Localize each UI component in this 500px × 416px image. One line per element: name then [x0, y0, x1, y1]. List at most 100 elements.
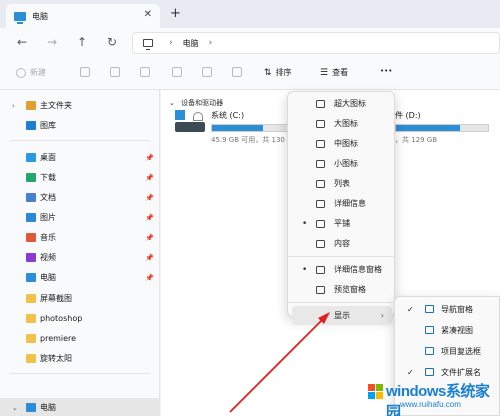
- group-label: 设备和驱动器: [181, 99, 224, 107]
- copy-icon: [110, 67, 120, 77]
- submenu-item[interactable]: 项目复选框: [399, 341, 499, 361]
- breadcrumb-separator: ›: [208, 38, 213, 48]
- watermark-brand: windows系统家园: [386, 383, 490, 416]
- breadcrumb-computer[interactable]: 电脑: [183, 38, 199, 49]
- back-icon[interactable]: ←: [14, 34, 30, 50]
- tab-computer[interactable]: 电脑 ✕: [6, 4, 160, 28]
- sidebar-item[interactable]: 下载 📌: [0, 168, 160, 187]
- menu-item-label: 小图标: [334, 159, 358, 168]
- cut-icon: [80, 67, 90, 77]
- sidebar-item[interactable]: 文档 📌: [0, 188, 160, 207]
- navigation-pane: › 主文件夹 图库 桌面 📌 下载 📌 文档 📌 图片 📌 音乐 📌 视频 📌 电脑 📌 屏幕截图 photosho…: [0, 90, 160, 416]
- group-header[interactable]: ⌄ 设备和驱动器: [169, 98, 223, 108]
- navigation-pane-icon: [425, 305, 434, 313]
- drive-d-usage-bar: [395, 124, 489, 132]
- menu-item-label: 详细信息: [334, 199, 366, 208]
- menu-separator: [288, 256, 394, 257]
- new-tab-button[interactable]: +: [170, 6, 181, 21]
- menu-item[interactable]: 内容: [292, 234, 392, 253]
- checkmark-icon: ✓: [407, 304, 414, 314]
- copy-button[interactable]: [110, 67, 120, 77]
- sidebar-item[interactable]: photoshop: [0, 309, 160, 328]
- sidebar-item[interactable]: 桌面 📌: [0, 148, 160, 167]
- chevron-down-icon: ⌄: [169, 99, 175, 107]
- submenu-item[interactable]: ✓ 导航窗格: [399, 299, 499, 319]
- sidebar-item-label: photoshop: [40, 314, 83, 323]
- menu-item[interactable]: 列表: [292, 174, 392, 193]
- command-bar: 新建 ⇅ 排序 ☰ 查看 •••: [0, 58, 500, 90]
- drive-c-name: 系统 (C:): [211, 111, 245, 120]
- share-button[interactable]: [202, 67, 212, 77]
- submenu-item-label: 项目复选框: [441, 346, 481, 356]
- menu-item[interactable]: 中图标: [292, 134, 392, 153]
- chevron-down-icon[interactable]: ⌄: [12, 404, 18, 412]
- list-icon: [316, 179, 325, 188]
- more-button[interactable]: •••: [380, 67, 392, 75]
- sidebar-item-computer[interactable]: ⌄ 电脑: [0, 398, 160, 416]
- sort-button[interactable]: ⇅ 排序: [264, 67, 292, 78]
- sidebar-item[interactable]: 图片 📌: [0, 208, 160, 227]
- drive-d[interactable]: 件 (D:) ，共 129 GB: [395, 110, 489, 145]
- submenu-item-label: 紧凑视图: [441, 325, 473, 335]
- view-button[interactable]: ☰ 查看: [320, 67, 348, 78]
- close-tab-icon[interactable]: ✕: [144, 9, 152, 20]
- sidebar-item[interactable]: 旋转太阳: [0, 349, 160, 368]
- small-icons-icon: [316, 159, 325, 168]
- sidebar-item[interactable]: 视频 📌: [0, 248, 160, 267]
- menu-item[interactable]: 大图标: [292, 114, 392, 133]
- menu-item-label: 超大图标: [334, 99, 366, 108]
- drive-icon: [175, 110, 205, 132]
- menu-item[interactable]: • 详细信息窗格: [292, 260, 392, 279]
- paste-icon: [140, 67, 150, 77]
- drive-c[interactable]: 系统 (C:) 45.9 GB 可用，共 130: [175, 110, 291, 145]
- menu-item[interactable]: 超大图标: [292, 94, 392, 113]
- sidebar-item[interactable]: premiere: [0, 329, 160, 348]
- drive-c-detail: 45.9 GB 可用，共 130: [211, 136, 285, 144]
- refresh-icon[interactable]: ↻: [104, 34, 120, 50]
- view-menu: 超大图标大图标中图标小图标列表详细信息 • 平铺内容 • 详细信息窗格 预览窗格显示 ›: [287, 91, 395, 325]
- paste-button[interactable]: [140, 67, 150, 77]
- sidebar-item[interactable]: › 主文件夹: [0, 96, 160, 115]
- pin-icon: 📌: [145, 273, 154, 282]
- watermark-url: www.ruihafu.com: [400, 400, 461, 409]
- pin-icon: 📌: [145, 213, 154, 222]
- menu-item[interactable]: • 平铺: [292, 214, 392, 233]
- menu-item-label: 内容: [334, 239, 350, 248]
- view-icon: ☰: [320, 67, 329, 78]
- menu-item-label: 中图标: [334, 139, 358, 148]
- cut-button[interactable]: [80, 67, 90, 77]
- details-icon: [316, 199, 325, 208]
- menu-item[interactable]: 小图标: [292, 154, 392, 173]
- sidebar-item[interactable]: 屏幕截图: [0, 289, 160, 308]
- windows-logo: [368, 384, 384, 400]
- sidebar-item-label: 桌面: [40, 153, 56, 162]
- sidebar-item-label: 旋转太阳: [40, 354, 72, 363]
- sidebar-item-label: 屏幕截图: [40, 294, 72, 303]
- menu-item[interactable]: 显示 ›: [292, 306, 392, 325]
- sidebar-item-label: 音乐: [40, 233, 56, 242]
- sidebar-item-label: 电脑: [40, 403, 56, 412]
- delete-button[interactable]: [232, 67, 242, 77]
- menu-item[interactable]: 详细信息: [292, 194, 392, 213]
- submenu-item[interactable]: 紧凑视图: [399, 320, 499, 340]
- address-bar[interactable]: › 电脑 ›: [132, 32, 500, 54]
- drive-c-usage-bar: [211, 124, 291, 132]
- sidebar-item[interactable]: 图库: [0, 116, 160, 135]
- chevron-right-icon[interactable]: ›: [12, 102, 15, 110]
- sidebar-divider: [10, 140, 150, 141]
- checkmark-icon: ✓: [407, 367, 414, 377]
- menu-item[interactable]: 预览窗格: [292, 280, 392, 299]
- rename-button[interactable]: [172, 67, 182, 77]
- sidebar-item[interactable]: 电脑 📌: [0, 268, 160, 287]
- drive-d-name: 件 (D:): [395, 111, 421, 120]
- up-icon[interactable]: ↑: [74, 34, 90, 50]
- menu-item-label: 大图标: [334, 119, 358, 128]
- sidebar-item-label: 电脑: [40, 273, 56, 282]
- show-icon: [316, 312, 325, 320]
- sidebar-item[interactable]: 音乐 📌: [0, 228, 160, 247]
- new-button[interactable]: 新建: [16, 67, 46, 78]
- forward-icon[interactable]: →: [44, 34, 60, 50]
- submenu-item-label: 文件扩展名: [441, 367, 481, 377]
- sidebar-item-label: 主文件夹: [40, 101, 72, 110]
- delete-icon: [232, 67, 242, 77]
